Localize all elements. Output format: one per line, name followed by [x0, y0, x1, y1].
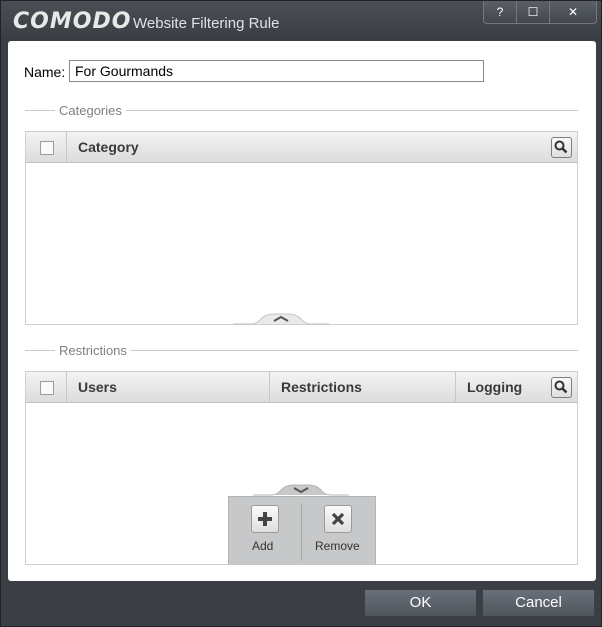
- dialog-content: Name: Categories Category Restrictions: [8, 41, 596, 581]
- help-button[interactable]: ?: [483, 1, 517, 24]
- add-button[interactable]: [251, 505, 279, 533]
- remove-label: Remove: [315, 539, 360, 553]
- remove-button[interactable]: [324, 505, 352, 533]
- categories-section-title: Categories: [55, 103, 126, 118]
- expand-toggle-button[interactable]: [253, 484, 349, 496]
- search-icon: [554, 140, 568, 154]
- restrictions-table-header: Users Restrictions Logging: [26, 372, 577, 403]
- window-title: Website Filtering Rule: [133, 15, 280, 32]
- action-separator: [301, 503, 302, 561]
- categories-table-header: Category: [26, 132, 577, 163]
- search-button[interactable]: [551, 377, 572, 398]
- comodo-logo: COMODO: [13, 9, 132, 34]
- dialog-window: COMODO Website Filtering Rule ? ☐ ✕ Name…: [0, 0, 602, 627]
- select-all-checkbox[interactable]: [40, 381, 54, 395]
- action-panel: Add Remove: [228, 496, 376, 565]
- plus-icon: [258, 512, 272, 526]
- column-header-category[interactable]: Category: [66, 132, 558, 162]
- restrictions-section-title: Restrictions: [55, 343, 131, 358]
- column-header-logging[interactable]: Logging: [455, 372, 558, 402]
- name-label: Name:: [24, 64, 66, 80]
- window-controls: ? ☐ ✕: [483, 1, 597, 24]
- maximize-icon: ☐: [527, 5, 539, 19]
- x-icon: [331, 512, 345, 526]
- column-header-restrictions[interactable]: Restrictions: [269, 372, 455, 402]
- search-icon: [554, 380, 568, 394]
- maximize-button[interactable]: ☐: [516, 1, 550, 24]
- name-input[interactable]: [69, 60, 484, 82]
- categories-table: Category: [25, 131, 578, 325]
- close-icon: ✕: [567, 5, 579, 19]
- categories-section-header: Categories: [25, 103, 578, 118]
- restrictions-section-header: Restrictions: [25, 343, 578, 358]
- search-button[interactable]: [551, 137, 572, 158]
- help-icon: ?: [496, 5, 504, 19]
- add-label: Add: [252, 539, 274, 553]
- column-header-users[interactable]: Users: [66, 372, 269, 402]
- collapse-toggle-button[interactable]: [233, 313, 329, 325]
- select-all-checkbox[interactable]: [40, 141, 54, 155]
- close-button[interactable]: ✕: [549, 1, 597, 24]
- title-bar: COMODO Website Filtering Rule ? ☐ ✕: [1, 1, 601, 41]
- cancel-button[interactable]: Cancel: [482, 589, 595, 617]
- ok-button[interactable]: OK: [364, 589, 477, 617]
